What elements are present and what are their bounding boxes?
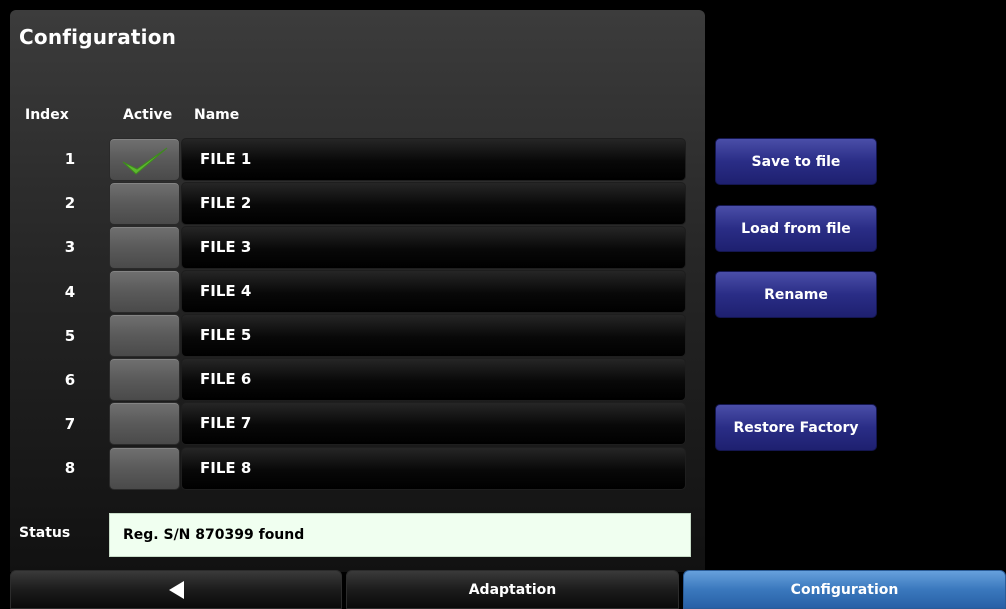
- row-index: 6: [64, 371, 76, 389]
- active-checkbox[interactable]: [109, 226, 180, 269]
- file-name-field[interactable]: FILE 5: [181, 314, 686, 357]
- checkmark-icon: [122, 147, 168, 175]
- tab-adaptation[interactable]: Adaptation: [346, 570, 679, 609]
- row-index: 3: [64, 238, 76, 256]
- file-name-field[interactable]: FILE 3: [181, 226, 686, 269]
- status-label: Status: [19, 525, 71, 541]
- file-name-field[interactable]: FILE 2: [181, 182, 686, 225]
- row-index: 1: [64, 150, 76, 168]
- active-checkbox[interactable]: [109, 182, 180, 225]
- back-arrow-icon: [168, 580, 184, 599]
- active-checkbox[interactable]: [109, 358, 180, 401]
- row-index: 4: [64, 283, 76, 301]
- active-checkbox[interactable]: [109, 138, 180, 181]
- status-message: Reg. S/N 870399 found: [109, 513, 691, 557]
- row-index: 2: [64, 194, 76, 212]
- file-name-field[interactable]: FILE 8: [181, 447, 686, 490]
- file-name-field[interactable]: FILE 4: [181, 270, 686, 313]
- rename-button[interactable]: Rename: [715, 271, 877, 318]
- back-button[interactable]: [10, 570, 342, 609]
- row-index: 7: [64, 415, 76, 433]
- active-checkbox[interactable]: [109, 270, 180, 313]
- active-checkbox[interactable]: [109, 447, 180, 490]
- restore-factory-button[interactable]: Restore Factory: [715, 404, 877, 451]
- tab-configuration[interactable]: Configuration: [683, 570, 1006, 609]
- column-header-active: Active: [123, 107, 173, 123]
- row-index: 5: [64, 327, 76, 345]
- column-header-index: Index: [25, 107, 69, 123]
- column-header-name: Name: [194, 107, 240, 123]
- file-name-field[interactable]: FILE 6: [181, 358, 686, 401]
- file-name-field[interactable]: FILE 1: [181, 138, 686, 181]
- active-checkbox[interactable]: [109, 402, 180, 445]
- active-checkbox[interactable]: [109, 314, 180, 357]
- save-to-file-button[interactable]: Save to file: [715, 138, 877, 185]
- page-title: Configuration: [19, 25, 177, 49]
- load-from-file-button[interactable]: Load from file: [715, 205, 877, 252]
- row-index: 8: [64, 459, 76, 477]
- file-name-field[interactable]: FILE 7: [181, 402, 686, 445]
